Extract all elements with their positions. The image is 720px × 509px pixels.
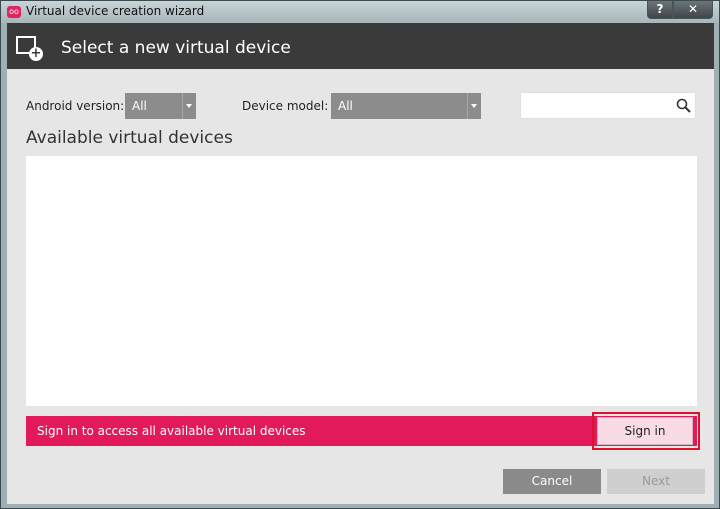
device-model-value: All: [338, 99, 353, 113]
window-title: Virtual device creation wizard: [26, 4, 205, 18]
page-title: Select a new virtual device: [61, 38, 291, 58]
available-devices-title: Available virtual devices: [26, 128, 233, 148]
search-icon[interactable]: [676, 98, 692, 114]
device-add-icon: +: [16, 36, 43, 61]
wizard-body: + Select a new virtual device Android ve…: [7, 23, 714, 504]
chevron-down-icon: [471, 104, 477, 108]
device-model-label: Device model:: [242, 99, 329, 113]
wizard-window: oo Virtual device creation wizard ? ✕ + …: [0, 0, 720, 509]
close-button[interactable]: ✕: [673, 1, 713, 19]
virtual-device-list[interactable]: [26, 156, 697, 406]
signin-button[interactable]: Sign in: [597, 417, 693, 445]
android-version-value: All: [132, 99, 147, 113]
title-bar[interactable]: oo Virtual device creation wizard ? ✕: [1, 1, 719, 23]
wizard-header: + Select a new virtual device: [7, 23, 714, 69]
cancel-button[interactable]: Cancel: [503, 469, 601, 494]
next-button[interactable]: Next: [607, 469, 705, 494]
app-icon: oo: [7, 6, 21, 18]
android-version-label: Android version:: [26, 99, 125, 113]
help-button[interactable]: ?: [647, 1, 673, 19]
chevron-down-icon: [186, 104, 192, 108]
device-model-select[interactable]: All: [331, 93, 481, 119]
search-input[interactable]: [520, 92, 696, 119]
signin-banner-text: Sign in to access all available virtual …: [37, 424, 306, 438]
android-version-select[interactable]: All: [125, 93, 196, 119]
